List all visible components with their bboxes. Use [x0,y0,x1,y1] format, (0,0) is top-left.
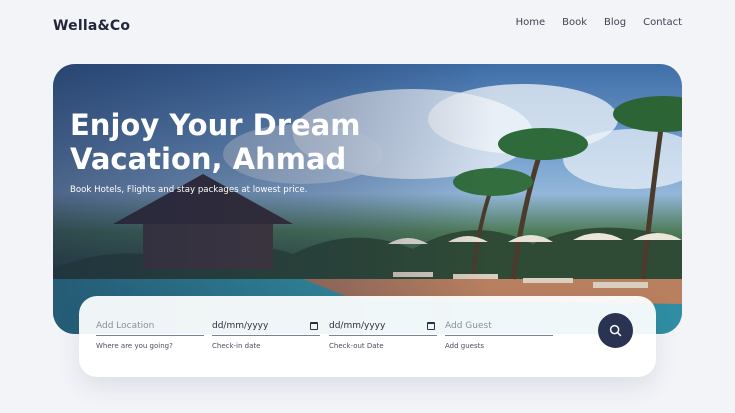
location-hint: Where are you going? [96,342,173,350]
search-button[interactable] [598,313,633,348]
nav-home[interactable]: Home [516,17,546,28]
main-nav: Home Book Blog Contact [516,17,682,28]
calendar-icon[interactable] [310,321,318,330]
hero-banner: Enjoy Your Dream Vacation, Ahmad Book Ho… [53,64,682,334]
hero-title-line2: Vacation, Ahmad [70,142,347,176]
hero-subtitle: Book Hotels, Flights and stay packages a… [70,185,308,195]
checkin-hint: Check-in date [212,342,261,350]
checkout-input[interactable]: dd/mm/yyyy [329,316,437,336]
location-input[interactable]: Add Location [96,316,204,336]
nav-contact[interactable]: Contact [643,17,682,28]
location-field: Add Location Where are you going? [96,316,204,350]
checkout-value: dd/mm/yyyy [329,320,386,331]
nav-blog[interactable]: Blog [604,17,626,28]
search-card: Add Location Where are you going? dd/mm/… [79,296,656,377]
checkout-hint: Check-out Date [329,342,384,350]
guests-field: Add Guest Add guests [445,316,553,350]
guests-hint: Add guests [445,342,485,350]
nav-book[interactable]: Book [562,17,587,28]
hero-title: Enjoy Your Dream Vacation, Ahmad [70,108,370,176]
checkin-value: dd/mm/yyyy [212,320,269,331]
top-navbar: Wella&Co Home Book Blog Contact [0,0,735,56]
hero-overlay [53,64,682,334]
checkout-field: dd/mm/yyyy Check-out Date [329,316,437,350]
checkin-input[interactable]: dd/mm/yyyy [212,316,320,336]
checkin-field: dd/mm/yyyy Check-in date [212,316,320,350]
calendar-icon[interactable] [427,321,435,330]
search-icon [609,324,622,337]
hero-title-line1: Enjoy Your Dream [70,108,361,142]
guests-input[interactable]: Add Guest [445,316,553,336]
brand-logo[interactable]: Wella&Co [53,18,130,34]
